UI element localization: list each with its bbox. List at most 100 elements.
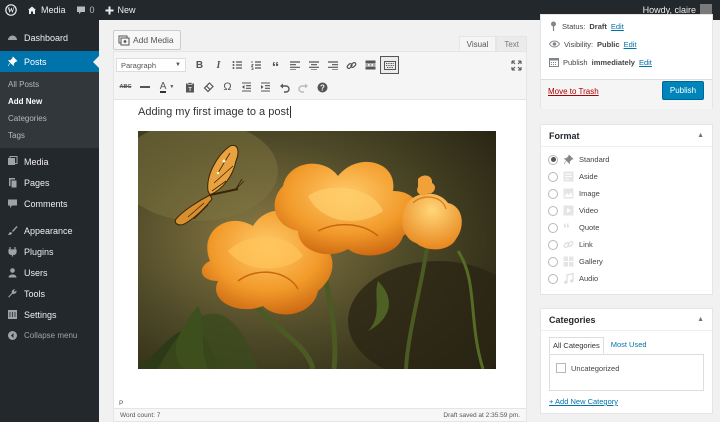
keyboard-shortcuts-button[interactable]: ? bbox=[313, 78, 332, 96]
format-option-standard[interactable]: Standard bbox=[541, 151, 712, 168]
add-new-category-link[interactable]: + Add New Category bbox=[549, 397, 704, 406]
menu-dashboard[interactable]: Dashboard bbox=[0, 27, 99, 48]
edit-schedule-link[interactable]: Edit bbox=[639, 58, 652, 67]
post-body-text[interactable]: Adding my first image to a post bbox=[138, 106, 292, 119]
wordpress-logo-icon[interactable]: W bbox=[0, 0, 22, 20]
outdent-button[interactable] bbox=[237, 78, 256, 96]
italic-button[interactable]: I bbox=[209, 56, 228, 74]
radio-standard[interactable] bbox=[548, 154, 558, 165]
format-select[interactable]: Paragraph ▼ bbox=[116, 58, 186, 72]
undo-icon bbox=[280, 83, 290, 93]
italic-icon: I bbox=[216, 59, 221, 71]
format-option-image[interactable]: Image bbox=[541, 185, 712, 202]
strikethrough-button[interactable]: ABC bbox=[116, 78, 135, 96]
numbered-list-button[interactable] bbox=[247, 56, 266, 74]
radio-link[interactable] bbox=[548, 239, 558, 250]
plug-icon bbox=[8, 247, 17, 257]
wrench-icon bbox=[8, 289, 17, 298]
format-option-link[interactable]: Link bbox=[541, 236, 712, 253]
special-character-button[interactable]: Ω bbox=[218, 78, 237, 96]
publish-button[interactable]: Publish bbox=[662, 81, 704, 100]
radio-image[interactable] bbox=[548, 188, 558, 199]
category-item[interactable]: Uncategorized bbox=[556, 363, 697, 373]
bulleted-list-button[interactable] bbox=[228, 56, 247, 74]
insert-link-button[interactable] bbox=[342, 56, 361, 74]
categories-box-title: Categories bbox=[549, 314, 596, 325]
format-option-gallery[interactable]: Gallery bbox=[541, 253, 712, 270]
new-content-link[interactable]: New bbox=[100, 0, 141, 20]
blockquote-button[interactable]: “ bbox=[266, 56, 285, 75]
menu-users[interactable]: Users bbox=[0, 262, 99, 283]
menu-tools[interactable]: Tools bbox=[0, 283, 99, 304]
format-option-label: Audio bbox=[579, 274, 599, 283]
radio-quote[interactable] bbox=[548, 222, 558, 233]
collapse-toggle-icon[interactable]: ▲ bbox=[697, 316, 704, 323]
submenu-add-new[interactable]: Add New bbox=[0, 93, 99, 110]
post-image-butterfly-flowers[interactable] bbox=[138, 131, 496, 369]
align-right-button[interactable] bbox=[323, 56, 342, 74]
menu-media[interactable]: Media bbox=[0, 151, 99, 172]
format-option-quote[interactable]: “ Quote bbox=[541, 219, 712, 236]
toolbar-row-1: Paragraph ▼ B I “ bbox=[116, 56, 526, 75]
aside-icon bbox=[563, 171, 574, 182]
menu-settings[interactable]: Settings bbox=[0, 304, 99, 325]
toolbar-toggle-button[interactable] bbox=[380, 56, 399, 74]
menu-appearance[interactable]: Appearance bbox=[0, 220, 99, 241]
submenu-all-posts[interactable]: All Posts bbox=[0, 76, 99, 93]
clear-formatting-button[interactable] bbox=[199, 78, 218, 96]
tab-most-used[interactable]: Most Used bbox=[608, 337, 650, 354]
menu-posts[interactable]: Posts bbox=[0, 51, 99, 72]
submenu-tags[interactable]: Tags bbox=[0, 127, 99, 144]
read-more-button[interactable] bbox=[361, 56, 380, 74]
align-left-button[interactable] bbox=[285, 56, 304, 74]
tab-all-categories[interactable]: All Categories bbox=[549, 337, 604, 354]
align-center-button[interactable] bbox=[304, 56, 323, 74]
bold-icon: B bbox=[195, 59, 204, 71]
bold-button[interactable]: B bbox=[190, 56, 209, 74]
format-option-audio[interactable]: Audio bbox=[541, 270, 712, 287]
menu-plugins[interactable]: Plugins bbox=[0, 241, 99, 262]
horizontal-line-button[interactable] bbox=[135, 78, 154, 96]
menu-users-label: Users bbox=[24, 267, 48, 278]
editor-status-bar: Word count: 7 Draft saved at 2:35:59 pm. bbox=[114, 408, 526, 421]
editor-content[interactable]: Adding my first image to a post bbox=[114, 101, 526, 397]
comments-link[interactable]: 0 bbox=[71, 0, 100, 20]
collapse-menu[interactable]: Collapse menu bbox=[0, 325, 99, 346]
radio-audio[interactable] bbox=[548, 273, 558, 284]
menu-comments[interactable]: Comments bbox=[0, 193, 99, 214]
menu-pages[interactable]: Pages bbox=[0, 172, 99, 193]
edit-status-link[interactable]: Edit bbox=[611, 22, 624, 31]
format-option-aside[interactable]: Aside bbox=[541, 168, 712, 185]
publish-box: Status: Draft Edit Visibility: Public Ed… bbox=[540, 14, 713, 109]
collapse-toggle-icon[interactable]: ▲ bbox=[697, 132, 704, 139]
site-name-link[interactable]: Media bbox=[22, 0, 71, 20]
help-icon: ? bbox=[317, 82, 328, 92]
radio-aside[interactable] bbox=[548, 171, 558, 182]
format-box-header[interactable]: Format ▲ bbox=[541, 125, 712, 147]
tab-text[interactable]: Text bbox=[496, 36, 527, 51]
redo-button[interactable] bbox=[294, 78, 313, 96]
editor-frame: Paragraph ▼ B I “ ABC A ▼ T Ω ? Adding m… bbox=[113, 51, 527, 422]
move-to-trash-link[interactable]: Move to Trash bbox=[548, 87, 599, 96]
format-box: Format ▲ Standard Aside Image Video “ Qu… bbox=[540, 124, 713, 295]
align-right-icon bbox=[327, 60, 338, 70]
radio-gallery[interactable] bbox=[548, 256, 558, 267]
menu-tools-label: Tools bbox=[24, 288, 46, 299]
eraser-icon bbox=[203, 81, 214, 92]
category-checkbox[interactable] bbox=[556, 363, 566, 373]
edit-visibility-link[interactable]: Edit bbox=[624, 40, 637, 49]
radio-video[interactable] bbox=[548, 205, 558, 216]
fullscreen-button[interactable] bbox=[507, 56, 526, 74]
text-color-button[interactable]: A ▼ bbox=[154, 78, 180, 96]
indent-button[interactable] bbox=[256, 78, 275, 96]
format-option-label: Standard bbox=[579, 155, 610, 164]
tab-visual[interactable]: Visual bbox=[458, 36, 497, 51]
categories-box-header[interactable]: Categories ▲ bbox=[541, 309, 712, 331]
submenu-categories[interactable]: Categories bbox=[0, 110, 99, 127]
format-option-video[interactable]: Video bbox=[541, 202, 712, 219]
clipboard-icon: T bbox=[185, 81, 194, 93]
undo-button[interactable] bbox=[275, 78, 294, 96]
add-media-button[interactable]: Add Media bbox=[113, 30, 181, 50]
paste-as-text-button[interactable]: T bbox=[180, 78, 199, 96]
comments-count: 0 bbox=[89, 5, 95, 15]
